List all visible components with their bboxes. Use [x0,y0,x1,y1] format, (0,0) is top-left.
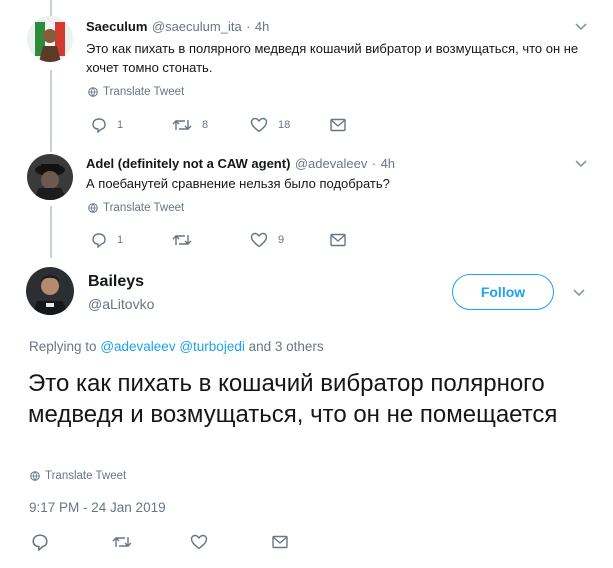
like-count: 18 [278,119,291,131]
reply-mention-turbojedi[interactable]: @turbojedi [179,339,245,354]
retweet-icon[interactable] [112,534,132,550]
author-handle[interactable]: @aLitovko [88,296,154,312]
replying-prefix: Replying to [29,339,97,354]
direct-message-icon[interactable] [330,233,346,247]
globe-icon [88,203,98,213]
globe-icon [30,471,40,481]
reply-icon[interactable] [31,533,49,551]
tweet-text: А поебанутей сравнение нельзя было подоб… [86,176,390,191]
like-count: 9 [278,234,285,246]
thread-line-top [50,0,52,16]
avatar[interactable] [27,16,73,62]
avatar[interactable] [26,267,74,315]
replying-to: Replying to @adevaleev @turbojedi and 3 … [29,339,324,354]
tweet-time[interactable]: 4h [381,156,395,171]
heart-icon [250,117,268,133]
direct-message-icon[interactable] [272,535,288,549]
reply-icon [92,233,106,248]
author-name[interactable]: Baileys [88,273,144,291]
reply-icon [92,118,106,133]
translate-label: Translate Tweet [103,86,185,98]
tweet-time[interactable]: 4h [255,19,269,34]
like-button[interactable]: 9 [250,232,284,248]
reply-count: 1 [117,119,124,131]
follow-button[interactable]: Follow [452,274,554,310]
heart-icon[interactable] [190,534,208,550]
translate-tweet-link[interactable]: Translate Tweet [30,470,126,482]
retweet-icon [172,235,192,245]
tweet-timestamp[interactable]: 9:17 PM - 24 Jan 2019 [29,500,166,515]
retweet-icon [172,120,192,130]
retweet-button[interactable]: 8 [172,117,208,133]
globe-icon [88,87,98,97]
thread-line-2 [50,206,52,258]
author-handle[interactable]: @adevaleev [295,156,367,171]
separator-dot: · [246,19,251,34]
reply-button[interactable]: 1 [91,117,123,133]
translate-label: Translate Tweet [45,470,127,482]
direct-message-icon[interactable] [330,118,346,132]
reply-button[interactable]: 1 [91,232,123,248]
tweet-text: Это как пихать в кошачий вибратор полярн… [28,370,558,428]
retweet-count: 8 [202,119,209,131]
heart-icon [250,232,268,248]
chevron-down-icon[interactable] [572,288,586,298]
translate-label: Translate Tweet [103,202,185,214]
retweet-button[interactable] [172,232,202,248]
author-name[interactable]: Adel (definitely not a CAW agent) [86,156,290,171]
tweet-text: Это как пихать в полярного медведя кошач… [86,41,579,75]
author-handle[interactable]: @saeculum_ita [152,19,242,34]
reply-others[interactable]: and 3 others [249,339,324,354]
avatar[interactable] [27,154,73,200]
translate-tweet-link[interactable]: Translate Tweet [88,202,184,214]
chevron-down-icon[interactable] [574,159,588,169]
reply-count: 1 [117,234,124,246]
translate-tweet-link[interactable]: Translate Tweet [88,86,184,98]
separator-dot: · [371,156,377,171]
author-name[interactable]: Saeculum [86,19,147,34]
reply-mention-adevaleev[interactable]: @adevaleev [100,339,175,354]
thread-line-1 [50,70,52,152]
chevron-down-icon[interactable] [574,22,588,32]
like-button[interactable]: 18 [250,117,290,133]
